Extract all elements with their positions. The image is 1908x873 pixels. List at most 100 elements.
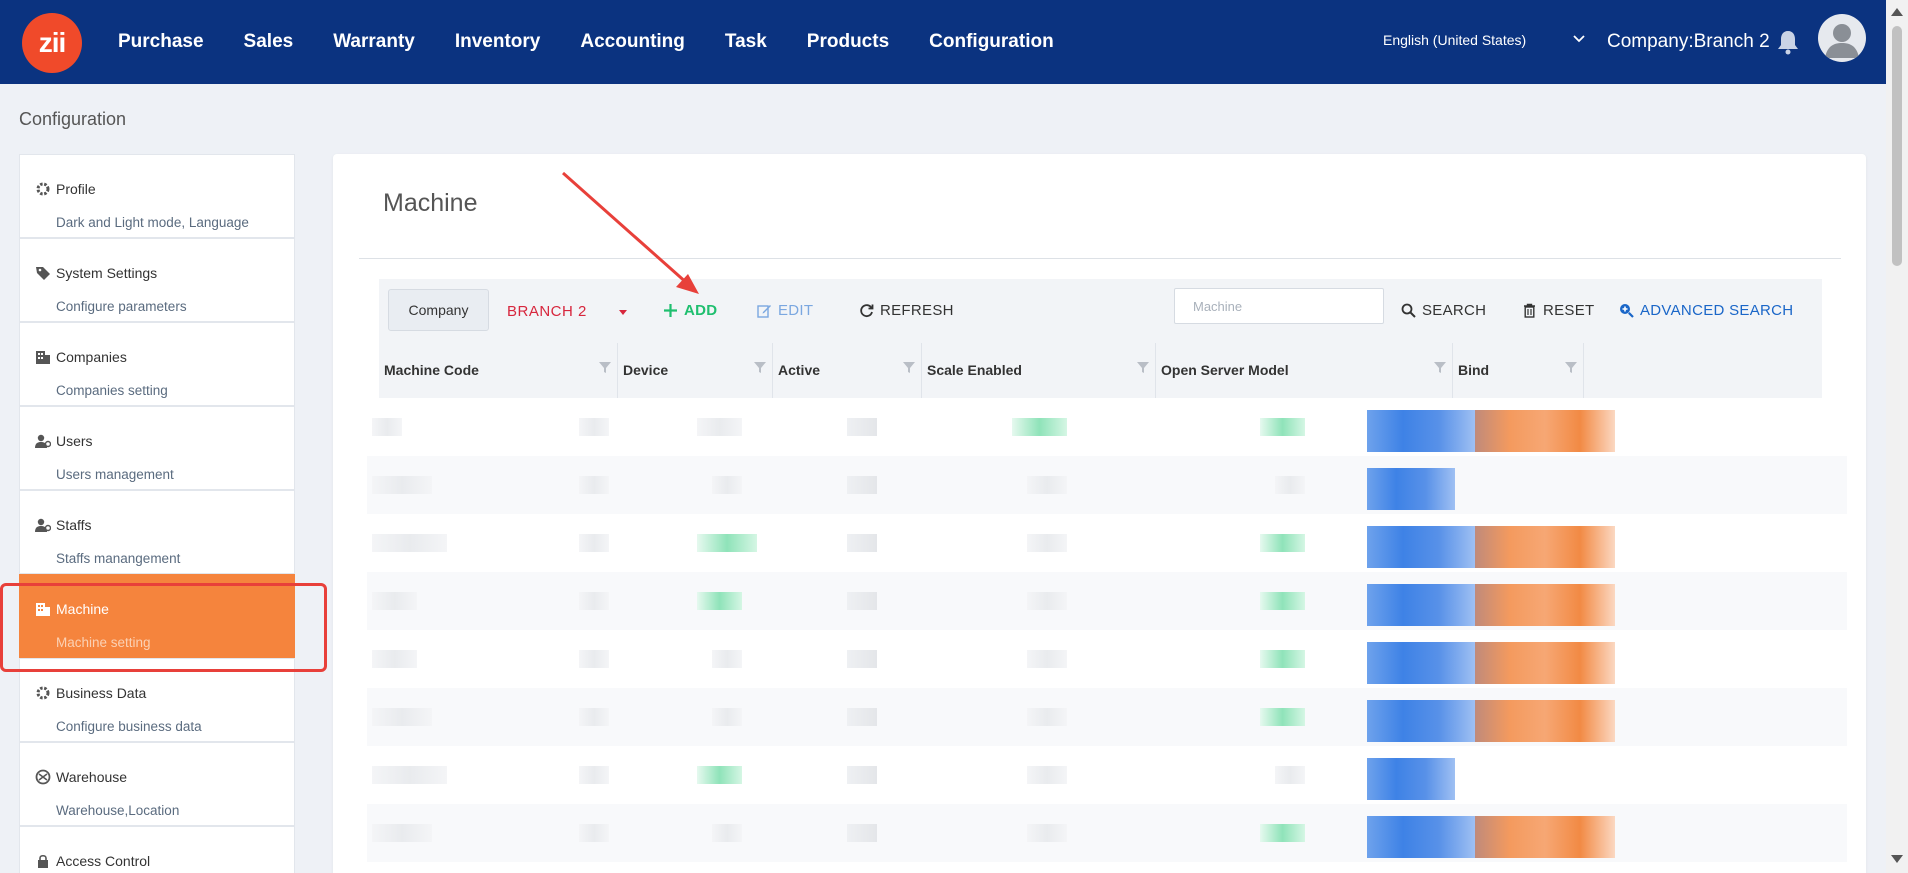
cell-obscured [1275,476,1305,494]
sidebar-item-sub: Configure business data [56,719,202,734]
nav-purchase[interactable]: Purchase [118,31,204,53]
row-action-obscured[interactable] [1367,758,1455,800]
column-scale-enabled[interactable]: Scale Enabled [922,343,1156,398]
cell-obscured [579,766,609,784]
column-label: Open Server Model [1161,362,1289,378]
nav-accounting[interactable]: Accounting [580,31,685,53]
user-icon [35,434,51,448]
toolbar: Company BRANCH 2 ADD EDIT REFRESH SEARCH… [379,279,1822,343]
table-row[interactable] [367,572,1847,630]
sidebar-item-label: Access Control [56,853,151,869]
nav-configuration[interactable]: Configuration [929,31,1054,53]
nav-products[interactable]: Products [807,31,889,53]
company-switcher[interactable]: Company:Branch 2 [1607,31,1770,53]
table-row[interactable] [367,688,1847,746]
app-logo[interactable]: zii [22,13,82,73]
search-input[interactable] [1174,288,1384,324]
row-action-obscured[interactable] [1475,410,1615,452]
nav-task[interactable]: Task [725,31,767,53]
edit-button[interactable]: EDIT [757,302,813,319]
column-bind[interactable]: Bind [1453,343,1584,398]
cell-obscured [579,708,609,726]
refresh-button[interactable]: REFRESH [859,302,954,319]
warehouse-icon [35,769,51,785]
filter-icon[interactable] [903,362,915,373]
cell-obscured [847,418,877,436]
column-active[interactable]: Active [773,343,922,398]
sidebar-item-system-settings[interactable]: System Settings Configure parameters [19,238,295,322]
row-action-obscured[interactable] [1367,584,1475,626]
cell-obscured [697,592,742,610]
cell-obscured [712,708,742,726]
row-action-obscured[interactable] [1475,584,1615,626]
company-filter-button[interactable]: Company [388,289,489,331]
sidebar-item-label: Companies [56,349,127,365]
gear-icon [36,182,50,196]
language-select[interactable]: English (United States) [1383,32,1526,48]
row-action-obscured[interactable] [1367,468,1455,510]
branch-select[interactable]: BRANCH 2 [507,303,587,320]
row-action-obscured[interactable] [1367,700,1475,742]
column-label: Bind [1458,362,1490,378]
sidebar-item-staffs[interactable]: Staffs Staffs manangement [19,490,295,574]
row-action-obscured[interactable] [1367,410,1475,452]
advanced-search-button[interactable]: ADVANCED SEARCH [1619,302,1793,319]
page-scrollbar[interactable] [1886,0,1908,873]
sidebar-item-companies[interactable]: Companies Companies setting [19,322,295,406]
sidebar-item-profile[interactable]: Profile Dark and Light mode, Language [19,154,295,238]
add-button[interactable]: ADD [663,302,717,319]
column-open-server-model[interactable]: Open Server Model [1156,343,1453,398]
cell-obscured [1260,592,1305,610]
row-action-obscured[interactable] [1367,816,1475,858]
row-action-obscured[interactable] [1475,816,1615,858]
section-title: Machine [383,189,478,217]
filter-icon[interactable] [1137,362,1149,373]
scroll-down-icon[interactable] [1891,855,1903,863]
sidebar-item-sub: Configure parameters [56,299,187,314]
nav-warranty[interactable]: Warranty [333,31,415,53]
sidebar-item-sub: Staffs manangement [56,551,181,566]
nav-inventory[interactable]: Inventory [455,31,541,53]
row-action-obscured[interactable] [1475,526,1615,568]
table-row[interactable] [367,514,1847,572]
filter-icon[interactable] [1565,362,1577,373]
table-row[interactable] [367,630,1847,688]
user-avatar[interactable] [1818,14,1866,62]
reset-button[interactable]: RESET [1522,302,1595,319]
row-action-obscured[interactable] [1475,700,1615,742]
sidebar-item-users[interactable]: Users Users management [19,406,295,490]
chevron-down-icon[interactable] [1572,34,1586,44]
filter-icon[interactable] [754,362,766,373]
sidebar-item-access-control[interactable]: Access Control [19,826,295,873]
column-device[interactable]: Device [618,343,773,398]
cell-obscured [1027,592,1067,610]
sidebar-item-warehouse[interactable]: Warehouse Warehouse,Location [19,742,295,826]
column-machine-code[interactable]: Machine Code [379,343,618,398]
row-action-obscured[interactable] [1475,642,1615,684]
column-label: Device [623,362,669,378]
table-row[interactable] [367,398,1847,456]
search-button[interactable]: SEARCH [1401,302,1486,319]
add-label: ADD [684,302,718,319]
filter-icon[interactable] [1434,362,1446,373]
table-row[interactable] [367,804,1847,862]
cell-obscured [847,534,877,552]
cell-obscured [847,766,877,784]
cell-obscured [1027,766,1067,784]
row-action-obscured[interactable] [1367,642,1475,684]
scrollbar-thumb[interactable] [1892,26,1902,266]
scroll-up-icon[interactable] [1891,8,1903,16]
table-row[interactable] [367,456,1847,514]
filter-icon[interactable] [599,362,611,373]
cell-obscured [372,766,447,784]
trash-icon [1524,303,1535,318]
caret-down-icon[interactable] [619,310,627,315]
sidebar-item-machine[interactable]: Machine Machine setting [19,574,295,658]
row-action-obscured[interactable] [1367,526,1475,568]
bell-icon[interactable] [1776,29,1800,55]
refresh-label: REFRESH [880,302,954,319]
lock-icon [38,854,48,868]
sidebar-item-business-data[interactable]: Business Data Configure business data [19,658,295,742]
table-row[interactable] [367,746,1847,804]
nav-sales[interactable]: Sales [244,31,294,53]
